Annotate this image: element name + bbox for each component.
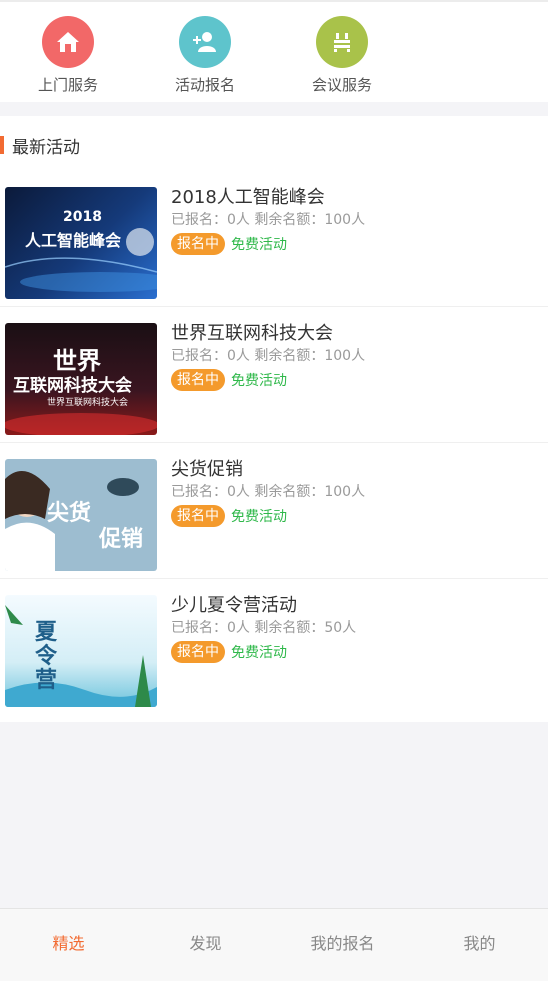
free-tag: 免费活动	[231, 509, 287, 525]
activity-meta: 已报名：0人 剩余名额：100人	[171, 484, 366, 500]
latest-activities: 最新活动 2018 人工智能峰会 2018人工智能峰会 已报名：0人 剩余名额：…	[0, 116, 548, 722]
add-user-icon	[179, 16, 231, 68]
activity-item[interactable]: 世界 互联网科技大会 世界互联网科技大会 世界互联网科技大会 已报名：0人 剩余…	[0, 307, 548, 443]
activity-title: 尖货促销	[171, 459, 243, 480]
section-title: 最新活动	[12, 137, 80, 158]
thumbnail-caption: 互联网科技大会	[13, 376, 132, 396]
activity-meta: 已报名：0人 剩余名额：100人	[171, 212, 366, 228]
activity-title: 少儿夏令营活动	[171, 595, 297, 616]
activity-title: 世界互联网科技大会	[171, 323, 333, 344]
activity-thumbnail: 世界 互联网科技大会 世界互联网科技大会	[5, 323, 157, 435]
activity-item[interactable]: 夏令营 少儿夏令营活动 已报名：0人 剩余名额：50人 报名中 免费活动	[0, 579, 548, 715]
activity-thumbnail: 2018 人工智能峰会	[5, 187, 157, 299]
free-tag: 免费活动	[231, 373, 287, 389]
activity-title: 2018人工智能峰会	[171, 187, 325, 208]
service-meeting[interactable]: 会议服务	[292, 16, 392, 95]
thumbnail-caption: 人工智能峰会	[25, 231, 122, 250]
thumbnail-caption: 尖货	[47, 501, 92, 526]
service-label: 上门服务	[37, 76, 98, 94]
section-accent-bar	[0, 136, 4, 154]
status-badge: 报名中	[171, 369, 225, 391]
thumbnail-caption: 促销	[99, 527, 144, 552]
thumbnail-caption: 世界互联网科技大会	[47, 398, 129, 408]
status-badge: 报名中	[171, 505, 225, 527]
free-tag: 免费活动	[231, 645, 287, 661]
activity-thumbnail: 夏令营	[5, 595, 157, 707]
activity-item[interactable]: 尖货 促销 尖货促销 已报名：0人 剩余名额：100人 报名中 免费活动	[0, 443, 548, 579]
thumbnail-caption: 2018	[63, 209, 102, 225]
tab-me[interactable]: 我的	[411, 909, 548, 981]
free-tag: 免费活动	[231, 237, 287, 253]
status-badge: 报名中	[171, 233, 225, 255]
activity-item[interactable]: 2018 人工智能峰会 2018人工智能峰会 已报名：0人 剩余名额：100人 …	[0, 171, 548, 307]
activity-meta: 已报名：0人 剩余名额：50人	[171, 620, 357, 636]
bottom-tab-bar: 精选 发现 我的报名 我的	[0, 908, 548, 981]
home-icon	[42, 16, 94, 68]
activity-tags: 报名中 免费活动	[171, 641, 287, 663]
tab-featured[interactable]: 精选	[0, 909, 137, 981]
activity-tags: 报名中 免费活动	[171, 505, 287, 527]
section-header: 最新活动	[0, 134, 80, 158]
service-home-visit[interactable]: 上门服务	[18, 16, 118, 95]
service-label: 会议服务	[311, 76, 372, 94]
thumbnail-caption: 夏令营	[35, 620, 58, 693]
activity-thumbnail: 尖货 促销	[5, 459, 157, 571]
status-badge: 报名中	[171, 641, 225, 663]
service-event-signup[interactable]: 活动报名	[155, 16, 255, 95]
activity-tags: 报名中 免费活动	[171, 233, 287, 255]
activity-tags: 报名中 免费活动	[171, 369, 287, 391]
meeting-icon	[316, 16, 368, 68]
tab-my-signups[interactable]: 我的报名	[274, 909, 411, 981]
tab-discover[interactable]: 发现	[137, 909, 274, 981]
service-label: 活动报名	[174, 76, 235, 94]
activity-meta: 已报名：0人 剩余名额：100人	[171, 348, 366, 364]
service-bar: 上门服务 活动报名 会议服务	[0, 2, 548, 102]
